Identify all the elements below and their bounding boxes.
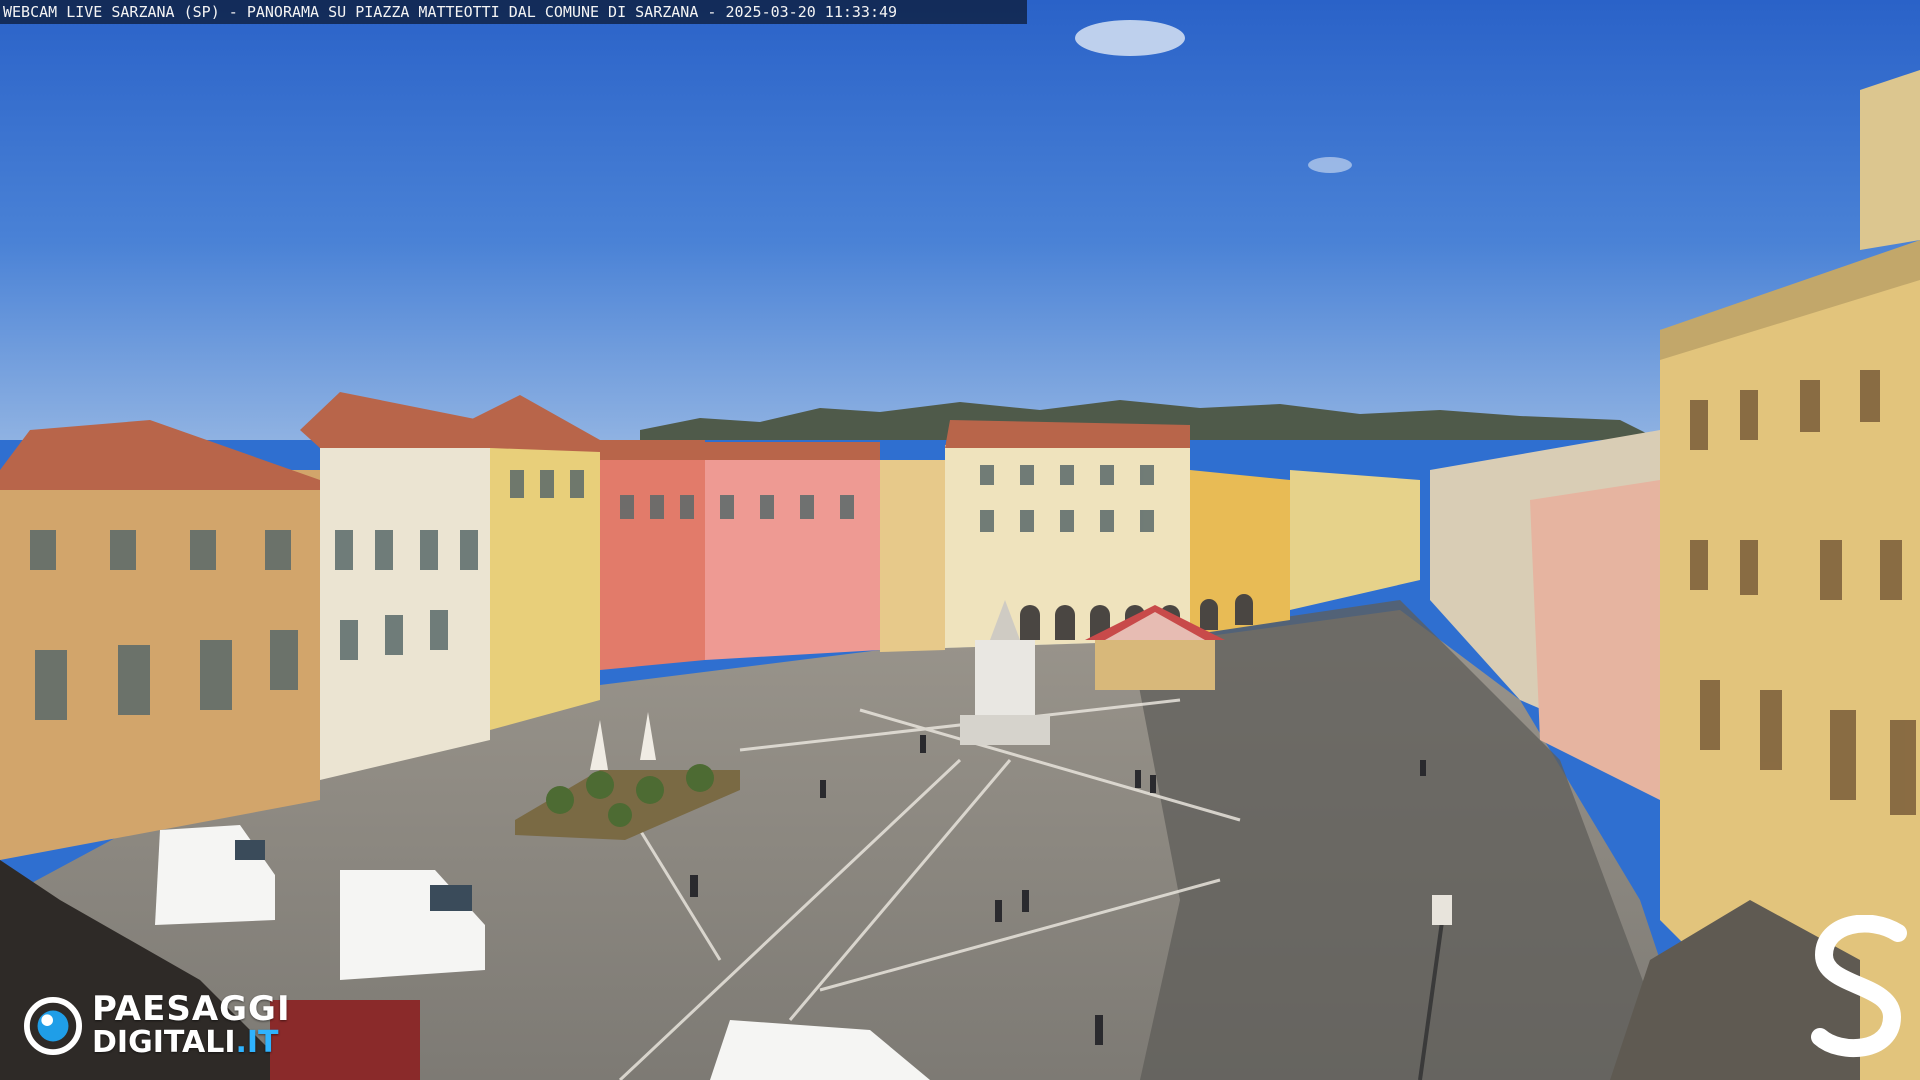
s-logo-icon <box>1811 915 1907 1058</box>
cloud <box>1308 157 1352 173</box>
market-stall <box>270 1000 420 1080</box>
piazza-scene <box>0 0 1920 1080</box>
eye-lens-icon <box>24 997 82 1055</box>
brand-line2: DIGITALI.IT <box>92 1026 291 1059</box>
brand-line1: PAESAGGI <box>92 989 291 1029</box>
webcam-caption: WEBCAM LIVE SARZANA (SP) - PANORAMA SU P… <box>0 0 1027 24</box>
sky <box>0 0 1920 440</box>
cloud <box>1075 20 1185 56</box>
lamp-head <box>1432 895 1452 925</box>
paesaggi-digitali-watermark: PAESAGGI DIGITALI.IT <box>24 986 291 1066</box>
van-2 <box>340 870 485 980</box>
brand-text: PAESAGGI DIGITALI.IT <box>92 989 291 1059</box>
webcam-frame: WEBCAM LIVE SARZANA (SP) - PANORAMA SU P… <box>0 0 1920 1080</box>
brand-name: DIGITALI <box>92 1025 236 1060</box>
van-1 <box>155 825 275 925</box>
brand-tld: .IT <box>235 1025 279 1060</box>
